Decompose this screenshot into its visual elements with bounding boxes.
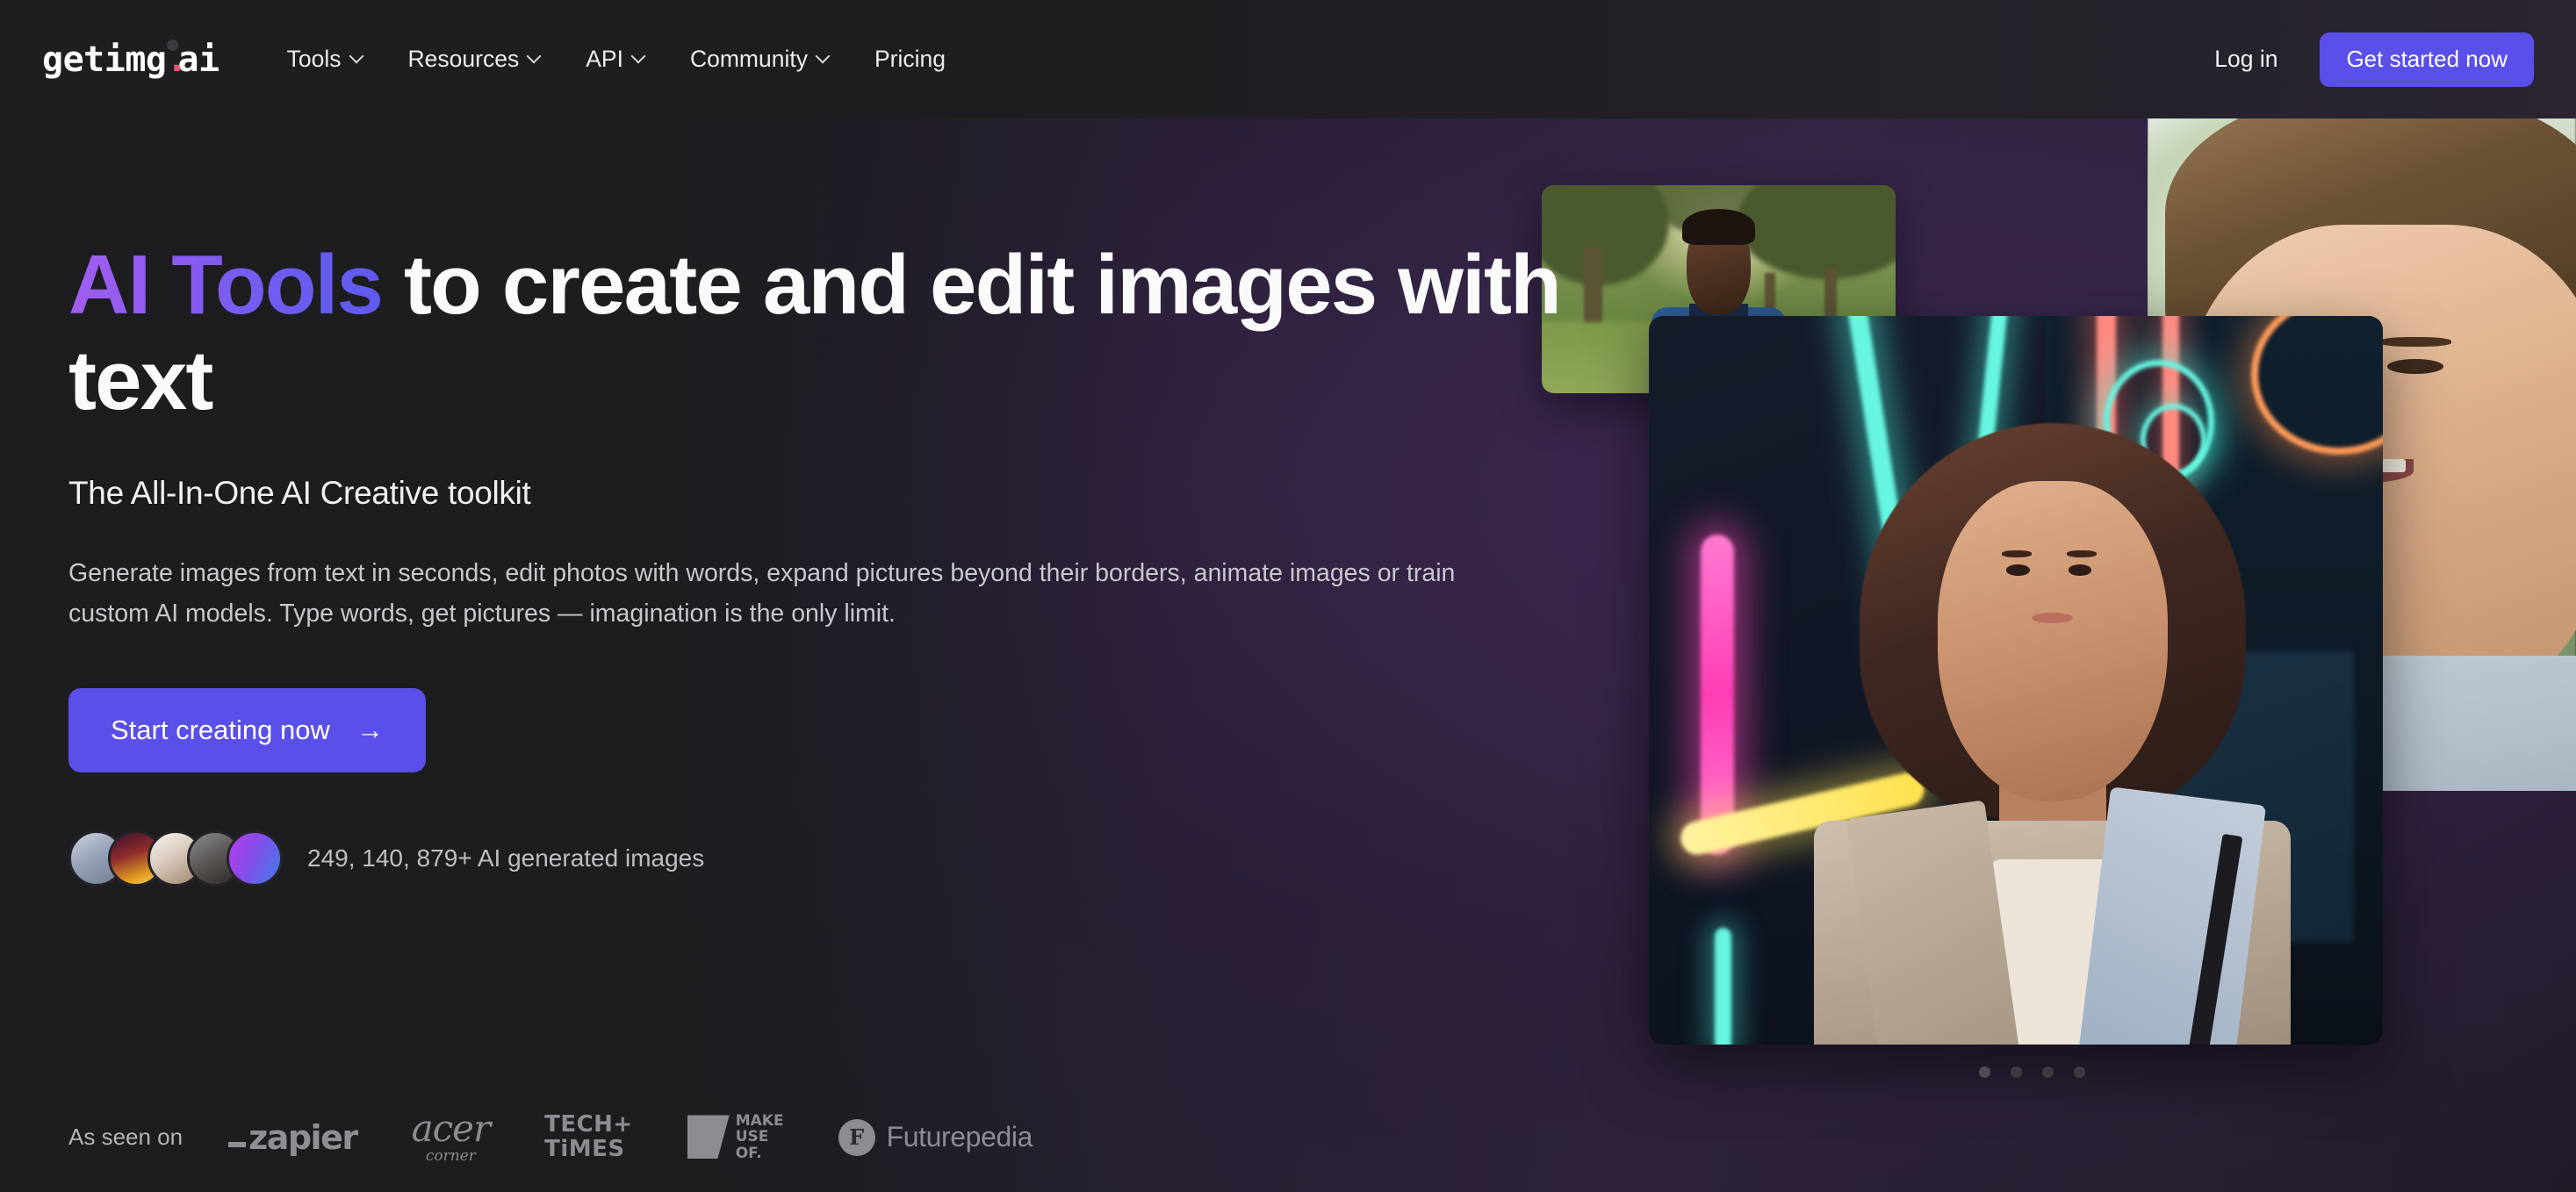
brand-logos: zapier acer corner TECH+ TiMES MAKE USE …	[228, 1110, 1033, 1164]
hero-image-neon-portrait[interactable]	[1649, 316, 2383, 1045]
avatar-group	[68, 829, 283, 887]
main-navigation-bar: getimg.ai Tools Resources API Community	[0, 0, 2576, 118]
neon-photo-lapel-right	[2077, 786, 2266, 1045]
techtimes-line1: TECH+	[544, 1110, 633, 1138]
brand-logo-zapier[interactable]: zapier	[228, 1117, 358, 1157]
brand-logo-makeuseof[interactable]: MAKE USE OF.	[687, 1113, 784, 1161]
carousel-dot-4[interactable]	[2074, 1066, 2085, 1078]
makeuseof-wordmark: MAKE USE OF.	[736, 1113, 784, 1161]
chevron-down-icon	[351, 51, 363, 62]
login-link[interactable]: Log in	[2214, 46, 2277, 73]
zapier-label: zapier	[248, 1117, 358, 1157]
park-photo-hair	[1682, 209, 1755, 245]
hero-content: AI Tools to create and edit images with …	[68, 237, 1562, 887]
carousel-dot-1[interactable]	[1979, 1066, 1990, 1078]
carousel-dot-2[interactable]	[2011, 1066, 2022, 1078]
brand-logo-acer[interactable]: acer corner	[412, 1110, 491, 1164]
futurepedia-mark-icon: F	[838, 1118, 875, 1156]
techtimes-wordmark: TECH+ TiMES	[544, 1110, 633, 1162]
neon-photo-face	[1937, 481, 2168, 802]
carousel-dot-3[interactable]	[2042, 1066, 2054, 1078]
chevron-down-icon	[817, 51, 829, 62]
social-proof: 249, 140, 879+ AI generated images	[68, 829, 1561, 887]
as-seen-on-section: As seen on zapier acer corner TECH+ TiME…	[68, 1110, 1033, 1164]
start-creating-button[interactable]: Start creating now →	[68, 687, 426, 772]
nav-links: Tools Resources API Community Pricing	[287, 46, 946, 73]
acer-label: acer	[411, 1107, 491, 1150]
nav-item-label: Pricing	[874, 46, 946, 72]
nav-item-label: Tools	[286, 46, 342, 72]
landing-page: getimg.ai Tools Resources API Community	[0, 0, 2576, 1192]
brand-logo-futurepedia[interactable]: F Futurepedia	[838, 1118, 1033, 1156]
chevron-down-icon	[633, 51, 644, 62]
neon-photo-eye-right	[2069, 564, 2092, 576]
neon-photo-brow-right	[2066, 549, 2097, 557]
acer-sublabel: corner	[425, 1147, 476, 1165]
nav-item-label: Resources	[407, 46, 520, 72]
brand-logo-techtimes[interactable]: TECH+ TiMES	[544, 1110, 633, 1162]
makeuseof-line2: USE	[735, 1128, 769, 1146]
page-title: AI Tools to create and edit images with …	[68, 237, 1562, 429]
arrow-right-icon: →	[356, 714, 384, 746]
techtimes-line2: TiMES	[544, 1135, 625, 1162]
nav-item-tools[interactable]: Tools	[287, 46, 363, 73]
logo-tld: ai	[177, 39, 220, 80]
neon-sign-cyan	[1715, 928, 1731, 1045]
neon-sign-pink	[1700, 535, 1734, 856]
nav-left-group: getimg.ai Tools Resources API Community	[0, 39, 946, 80]
hero-subheadline: The All-In-One AI Creative toolkit	[68, 474, 531, 511]
logo-name: getimg	[42, 39, 167, 80]
smile-photo-brow-right	[2378, 336, 2452, 348]
as-seen-on-label: As seen on	[68, 1124, 183, 1150]
nav-item-community[interactable]: Community	[690, 46, 829, 73]
hero-body-text: Generate images from text in seconds, ed…	[68, 558, 1456, 628]
avatar	[227, 829, 283, 887]
chevron-down-icon	[529, 51, 540, 62]
zapier-underscore-icon	[228, 1141, 247, 1147]
nav-item-pricing[interactable]: Pricing	[874, 46, 946, 73]
neon-photo-brow-left	[2002, 549, 2033, 557]
get-started-button[interactable]: Get started now	[2320, 32, 2534, 87]
neon-photo-person	[1814, 411, 2292, 1045]
makeuseof-line1: MAKE	[735, 1111, 784, 1130]
futurepedia-label: Futurepedia	[886, 1121, 1033, 1153]
nav-item-label: Community	[689, 46, 808, 72]
nav-right-group: Log in Get started now	[2214, 32, 2576, 87]
logo-dot: .	[166, 39, 188, 80]
makeuseof-mark-icon	[687, 1115, 730, 1160]
zapier-wordmark: zapier	[228, 1117, 358, 1157]
neon-photo-eye-left	[2006, 564, 2030, 576]
neon-photo-lips	[2032, 612, 2074, 624]
nav-item-resources[interactable]: Resources	[408, 46, 541, 73]
site-logo[interactable]: getimg. ai	[42, 39, 219, 80]
makeuseof-line3: OF.	[735, 1144, 762, 1162]
headline-accent: AI Tools	[68, 238, 384, 332]
smile-photo-eye-right	[2387, 359, 2443, 375]
start-creating-label: Start creating now	[111, 714, 330, 745]
hero-carousel-dots[interactable]	[1979, 1066, 2085, 1078]
nav-item-label: API	[586, 46, 623, 72]
nav-item-api[interactable]: API	[586, 46, 644, 73]
generated-images-count: 249, 140, 879+ AI generated images	[307, 844, 705, 872]
